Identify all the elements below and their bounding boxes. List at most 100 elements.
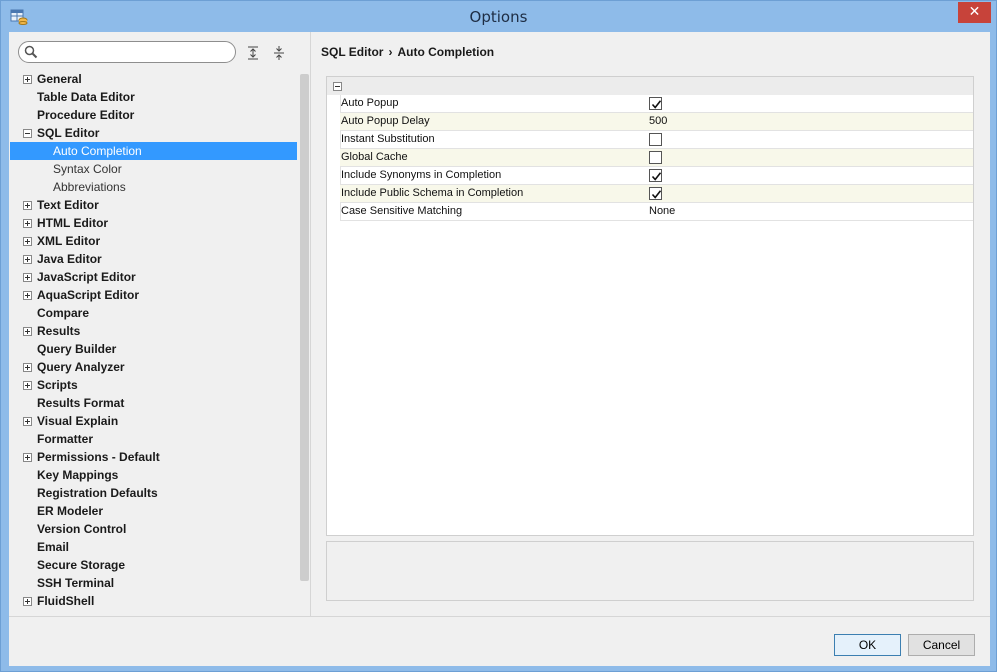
tree-item-label: Syntax Color [53,162,122,176]
expand-icon[interactable] [23,417,32,426]
collapse-icon[interactable] [23,129,32,138]
breadcrumb: SQL Editor › Auto Completion [321,45,494,59]
tree-item[interactable]: Key Mappings [10,466,297,484]
dialog-footer: OK Cancel [9,616,990,666]
collapse-all-icon[interactable] [270,44,288,62]
collapse-group-icon[interactable] [333,82,342,91]
options-window: Options ✕ General Table Data Editor Proc… [0,0,997,672]
property-checkbox[interactable] [649,169,662,182]
tree-item[interactable]: Compare [10,304,297,322]
tree-item[interactable]: Secure Storage [10,556,297,574]
expand-icon[interactable] [23,201,32,210]
expand-icon[interactable] [23,219,32,228]
property-name: Include Synonyms in Completion [341,169,502,181]
tree-item[interactable]: Procedure Editor [10,106,297,124]
tree-item[interactable]: General [10,70,297,88]
scroll-thumb[interactable] [300,74,309,581]
tree-item[interactable]: Text Editor [10,196,297,214]
tree-item-label: Formatter [37,432,94,446]
property-row[interactable]: Instant Substitution [340,131,973,149]
tree-item[interactable]: XML Editor [10,232,297,250]
tree-item[interactable]: Visual Explain [10,412,297,430]
tree-item-label: Compare [37,306,90,320]
tree-item-label: AquaScript Editor [37,288,140,302]
property-name: Case Sensitive Matching [341,205,463,217]
tree-item-label: Auto Completion [53,144,142,158]
checkmark-icon [651,172,662,181]
breadcrumb-parent: SQL Editor [321,45,384,59]
options-tree: General Table Data Editor Procedure Editor… [9,70,299,616]
tree-item-label: HTML Editor [37,216,109,230]
tree-scrollbar[interactable] [299,70,310,616]
tree-item[interactable]: Table Data Editor [10,88,297,106]
tree-item[interactable]: SQL Editor [10,124,297,142]
tree-item[interactable]: SSH Terminal [10,574,297,592]
tree-item-label: Secure Storage [37,558,126,572]
cancel-button[interactable]: Cancel [908,634,975,656]
expand-icon[interactable] [23,237,32,246]
ok-button[interactable]: OK [834,634,901,656]
tree-item[interactable]: ER Modeler [10,502,297,520]
expand-icon[interactable] [23,75,32,84]
expand-icon[interactable] [23,597,32,606]
property-name: Instant Substitution [341,133,435,145]
property-row[interactable]: Case Sensitive Matching None [340,203,973,221]
title-bar[interactable]: Options ✕ [1,1,996,32]
expand-all-icon[interactable] [244,44,262,62]
tree-item[interactable]: Syntax Color [10,160,297,178]
expand-icon[interactable] [23,255,32,264]
property-checkbox[interactable] [649,133,662,146]
search-input[interactable] [18,41,236,63]
property-value[interactable]: 500 [649,115,667,127]
expand-icon[interactable] [23,453,32,462]
tree-item-label: Permissions - Default [37,450,160,464]
tree-item[interactable]: AquaScript Editor [10,286,297,304]
breadcrumb-current: Auto Completion [397,45,495,59]
tree-item[interactable]: Formatter [10,430,297,448]
close-button[interactable]: ✕ [958,2,991,23]
tree-item[interactable]: Version Control [10,520,297,538]
property-value[interactable]: None [649,205,675,217]
expand-icon[interactable] [23,381,32,390]
tree-item[interactable]: Permissions - Default [10,448,297,466]
property-group-header[interactable] [327,77,973,95]
property-row[interactable]: Include Synonyms in Completion [340,167,973,185]
tree-item[interactable]: Registration Defaults [10,484,297,502]
tree-item[interactable]: HTML Editor [10,214,297,232]
tree-item[interactable]: Auto Completion [10,142,297,160]
tree-item-label: Scripts [37,378,78,392]
tree-item-label: Email [37,540,70,554]
tree-item-label: Results Format [37,396,125,410]
tree-item-label: Results [37,324,81,338]
tree-item[interactable]: Results Format [10,394,297,412]
property-row[interactable]: Include Public Schema in Completion [340,185,973,203]
tree-item-label: FluidShell [37,594,95,608]
breadcrumb-separator: › [388,45,393,59]
expand-icon[interactable] [23,291,32,300]
tree-item[interactable]: JavaScript Editor [10,268,297,286]
property-row[interactable]: Auto Popup [340,95,973,113]
tree-item[interactable]: Email [10,538,297,556]
tree-item-label: Text Editor [37,198,99,212]
tree-item[interactable]: Scripts [10,376,297,394]
tree-item-label: Java Editor [37,252,102,266]
tree-item-label: ER Modeler [37,504,104,518]
tree-item[interactable]: Query Analyzer [10,358,297,376]
tree-item-label: Visual Explain [37,414,119,428]
expand-icon[interactable] [23,327,32,336]
window-title: Options [469,8,528,26]
tree-item[interactable]: Abbreviations [10,178,297,196]
property-checkbox[interactable] [649,187,662,200]
property-checkbox[interactable] [649,97,662,110]
expand-icon[interactable] [23,363,32,372]
tree-item[interactable]: FluidShell [10,592,297,610]
tree-item[interactable]: Query Builder [10,340,297,358]
description-panel [326,541,974,601]
tree-item-label: Version Control [37,522,127,536]
property-checkbox[interactable] [649,151,662,164]
property-row[interactable]: Auto Popup Delay 500 [340,113,973,131]
tree-item[interactable]: Java Editor [10,250,297,268]
tree-item[interactable]: Results [10,322,297,340]
expand-icon[interactable] [23,273,32,282]
property-row[interactable]: Global Cache [340,149,973,167]
